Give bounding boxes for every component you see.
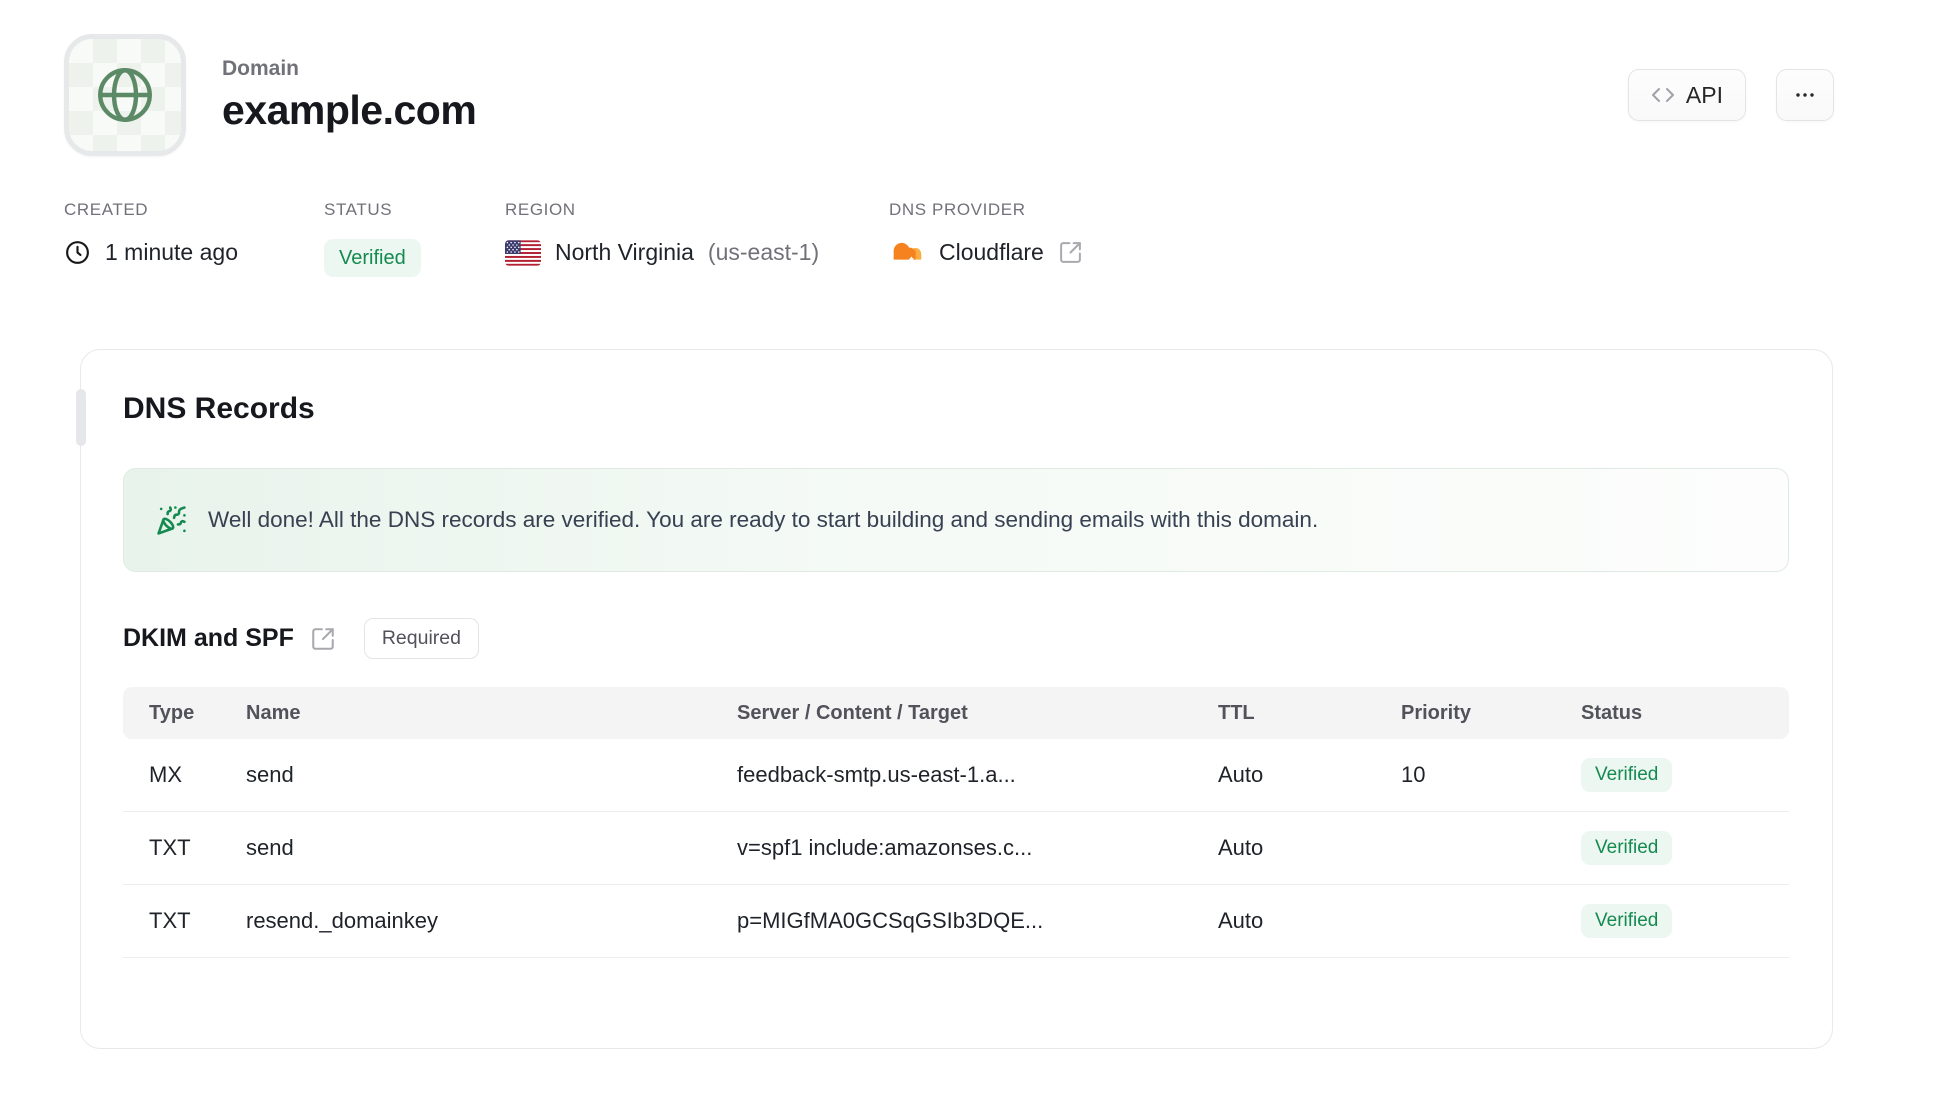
header-actions: API (1627, 69, 1834, 121)
cell-name: resend._domainkey (246, 908, 439, 933)
dkim-spf-section-head: DKIM and SPF Required (123, 618, 1789, 659)
more-options-button[interactable] (1776, 69, 1834, 121)
table-header-row: Type Name Server / Content / Target TTL … (123, 687, 1789, 739)
dkim-external-link-icon[interactable] (310, 626, 336, 652)
region-value: North Virginia (555, 239, 694, 265)
entity-label: Domain (222, 56, 300, 80)
cell-name: send (246, 762, 294, 787)
api-button[interactable]: API (1627, 69, 1746, 121)
status-label: STATUS (324, 200, 393, 219)
status-badge: Verified (1581, 903, 1673, 939)
cell-ttl: Auto (1218, 908, 1264, 933)
created-value: 1 minute ago (105, 239, 238, 265)
dns-records-card: DNS Records Well done! All the DNS recor… (76, 349, 1833, 1049)
col-header-content: Server / Content / Target (737, 701, 968, 724)
region-label: REGION (505, 200, 576, 219)
table-row: MX send feedback-smtp.us-east-1.a... Aut… (123, 739, 1789, 812)
table-row: TXT resend._domainkey p=MIGfMA0GCSqGSIb3… (123, 885, 1789, 958)
status-badge: Verified (1581, 757, 1673, 793)
meta-status: STATUS Verified (324, 200, 505, 277)
status-badge: Verified (324, 239, 421, 277)
title-block: Domain example.com (222, 56, 477, 134)
dkim-spf-title: DKIM and SPF (123, 624, 294, 652)
card-accent-bar (76, 389, 86, 446)
region-code: (us-east-1) (707, 239, 820, 265)
created-label: CREATED (64, 200, 149, 219)
cell-type: TXT (149, 908, 191, 933)
api-button-label: API (1685, 81, 1723, 108)
ellipsis-icon (1793, 83, 1817, 107)
cell-priority: 10 (1401, 762, 1426, 787)
domain-identity: Domain example.com (64, 34, 477, 156)
us-flag-icon (505, 239, 541, 266)
col-header-name: Name (246, 701, 301, 724)
dns-provider-value: Cloudflare (939, 239, 1044, 265)
col-header-ttl: TTL (1218, 701, 1255, 724)
dns-records-title: DNS Records (123, 392, 315, 425)
table-row: TXT send v=spf1 include:amazonses.c... A… (123, 812, 1789, 885)
required-badge: Required (363, 618, 479, 659)
meta-created: CREATED 1 minute ago (64, 200, 324, 277)
cell-type: TXT (149, 835, 191, 860)
cell-type: MX (149, 762, 182, 787)
col-header-status: Status (1581, 701, 1643, 724)
cell-ttl: Auto (1218, 762, 1264, 787)
party-popper-icon (156, 505, 187, 536)
status-badge: Verified (1581, 830, 1673, 866)
code-icon (1651, 83, 1675, 107)
cloudflare-icon (889, 239, 925, 266)
dns-records-table: Type Name Server / Content / Target TTL … (123, 687, 1789, 958)
cell-name: send (246, 835, 294, 860)
globe-icon (92, 62, 158, 128)
domain-avatar (64, 34, 186, 156)
cell-ttl: Auto (1218, 835, 1264, 860)
meta-region: REGION North Virginia (us-east-1) (505, 200, 889, 277)
external-link-icon[interactable] (1058, 240, 1083, 265)
meta-dns-provider: DNS PROVIDER Cloudflare (889, 200, 1083, 277)
domain-meta-row: CREATED 1 minute ago STATUS Verified REG… (0, 200, 1944, 277)
verification-success-banner: Well done! All the DNS records are verif… (123, 468, 1789, 572)
col-header-priority: Priority (1401, 701, 1472, 724)
dns-provider-label: DNS PROVIDER (889, 200, 1026, 219)
clock-icon (64, 239, 91, 266)
page-header: Domain example.com API (0, 0, 1944, 156)
cell-content: feedback-smtp.us-east-1.a... (737, 762, 1016, 787)
page-title: example.com (222, 86, 477, 133)
banner-message: Well done! All the DNS records are verif… (208, 507, 1319, 532)
cell-content: p=MIGfMA0GCSqGSIb3DQE... (737, 908, 1044, 933)
col-header-type: Type (149, 701, 195, 724)
cell-content: v=spf1 include:amazonses.c... (737, 835, 1033, 860)
